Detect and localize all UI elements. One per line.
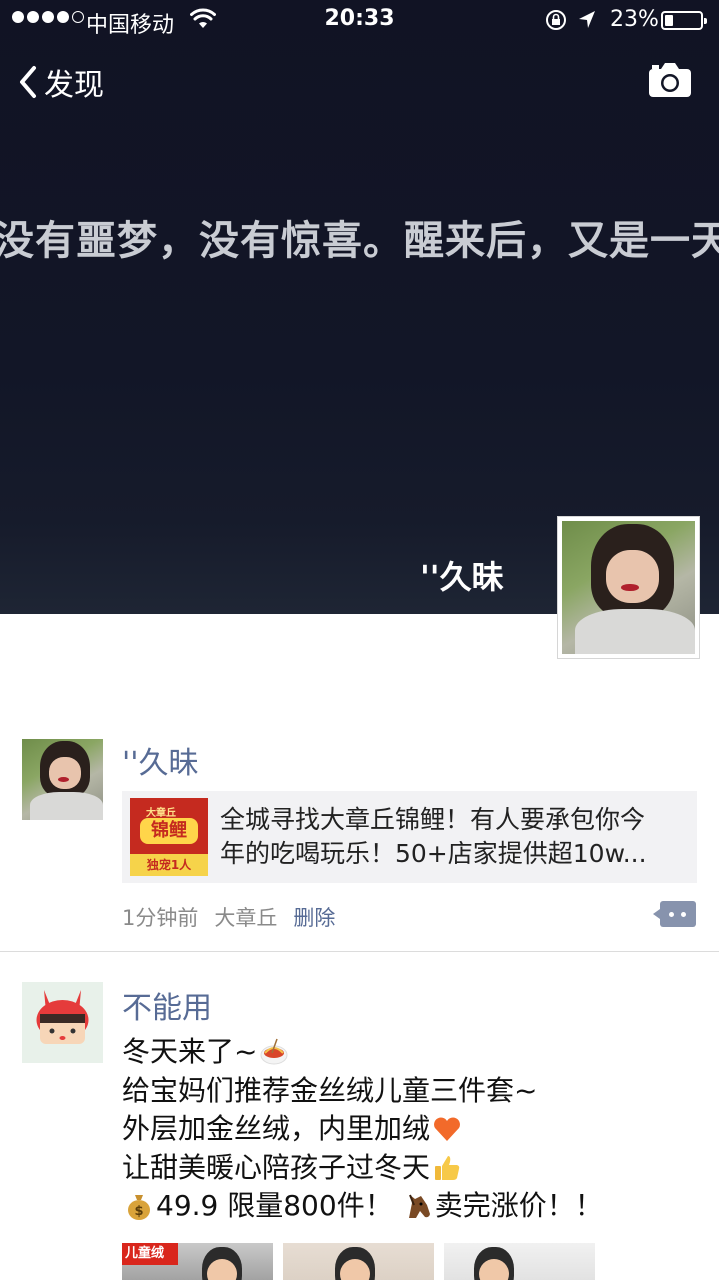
thumb-title-text: 锦鲤 bbox=[140, 818, 198, 844]
post-image-grid: 儿童绒 bbox=[122, 1243, 595, 1280]
post-avatar[interactable] bbox=[22, 739, 103, 820]
back-label: 发现 bbox=[44, 68, 104, 103]
thumb-top-text: 大章丘 bbox=[146, 808, 176, 819]
shared-link-card[interactable]: 大章丘 锦鲤 独宠1人 全城寻找大章丘锦鲤！有人要承包你今 年的吃喝玩乐！50+… bbox=[122, 791, 697, 883]
post-text-line: 冬天来了~ bbox=[122, 1035, 258, 1068]
delete-button[interactable]: 删除 bbox=[293, 902, 335, 932]
rotation-lock-icon bbox=[545, 9, 567, 37]
post-author[interactable]: 不能用 bbox=[122, 983, 212, 1027]
image-tag: 儿童绒 bbox=[122, 1243, 178, 1265]
post-location[interactable]: 大章丘 bbox=[214, 902, 277, 932]
noodles-icon bbox=[260, 1038, 288, 1065]
cover-quote: 没有噩梦，没有惊喜。醒来后，又是一天 bbox=[0, 218, 719, 264]
orange-heart-icon bbox=[434, 1117, 460, 1142]
location-arrow-icon bbox=[577, 9, 597, 37]
post-image[interactable] bbox=[444, 1243, 595, 1280]
post-image[interactable]: 儿童绒 bbox=[122, 1243, 273, 1280]
post-text-line: 给宝妈们推荐金丝绒儿童三件套~ bbox=[122, 1073, 538, 1107]
post-text-line: 让甜美暖心陪孩子过冬天 bbox=[122, 1150, 431, 1184]
svg-text:$: $ bbox=[134, 1204, 143, 1219]
link-thumbnail: 大章丘 锦鲤 独宠1人 bbox=[130, 798, 208, 876]
moment-post: 不能用 冬天来了~ 给宝妈们推荐金丝绒儿童三件套~ 外层加金丝绒，内里加绒 让甜… bbox=[0, 953, 719, 1280]
thumbs-up-icon bbox=[435, 1155, 460, 1180]
profile-name[interactable]: ''久昧 bbox=[420, 552, 540, 598]
post-text-line: 49.9 限量800件！ bbox=[156, 1189, 393, 1222]
post-time: 1分钟前 bbox=[122, 906, 199, 930]
battery-percent: 23% bbox=[610, 7, 659, 32]
status-bar: 中国移动 20:33 23% bbox=[0, 0, 719, 40]
post-text-line: 卖完涨价！！ bbox=[434, 1189, 603, 1222]
link-title-line: 全城寻找大章丘锦鲤！有人要承包你今 bbox=[220, 805, 646, 834]
post-text: 冬天来了~ 给宝妈们推荐金丝绒儿童三件套~ 外层加金丝绒，内里加绒 让甜美暖心陪… bbox=[122, 1033, 603, 1226]
link-title-line: 年的吃喝玩乐！50+店家提供超10w... bbox=[220, 839, 647, 868]
post-text-line: 外层加金丝绒，内里加绒 bbox=[122, 1112, 431, 1145]
camera-button[interactable] bbox=[648, 62, 692, 102]
avatar-photo bbox=[22, 739, 103, 820]
battery-icon bbox=[661, 11, 707, 30]
moment-post: ''久昧 大章丘 锦鲤 独宠1人 全城寻找大章丘锦鲤！有人要承包你今 年的吃喝玩… bbox=[0, 614, 719, 952]
comment-options-icon[interactable] bbox=[653, 901, 696, 927]
chevron-left-icon bbox=[20, 66, 36, 98]
camera-icon bbox=[649, 63, 691, 97]
link-title: 全城寻找大章丘锦鲤！有人要承包你今 年的吃喝玩乐！50+店家提供超10w... bbox=[220, 803, 690, 871]
post-image[interactable] bbox=[283, 1243, 434, 1280]
money-bag-icon: $ bbox=[128, 1195, 150, 1221]
post-author[interactable]: ''久昧 bbox=[122, 738, 199, 782]
thumb-bottom-text: 独宠1人 bbox=[130, 854, 208, 876]
back-button[interactable]: 发现 bbox=[18, 60, 104, 104]
rabbit-logo-icon bbox=[22, 982, 103, 1063]
post-avatar[interactable] bbox=[22, 982, 103, 1063]
horse-face-icon bbox=[408, 1194, 430, 1219]
post-meta: 1分钟前 大章丘 删除 bbox=[122, 902, 335, 932]
